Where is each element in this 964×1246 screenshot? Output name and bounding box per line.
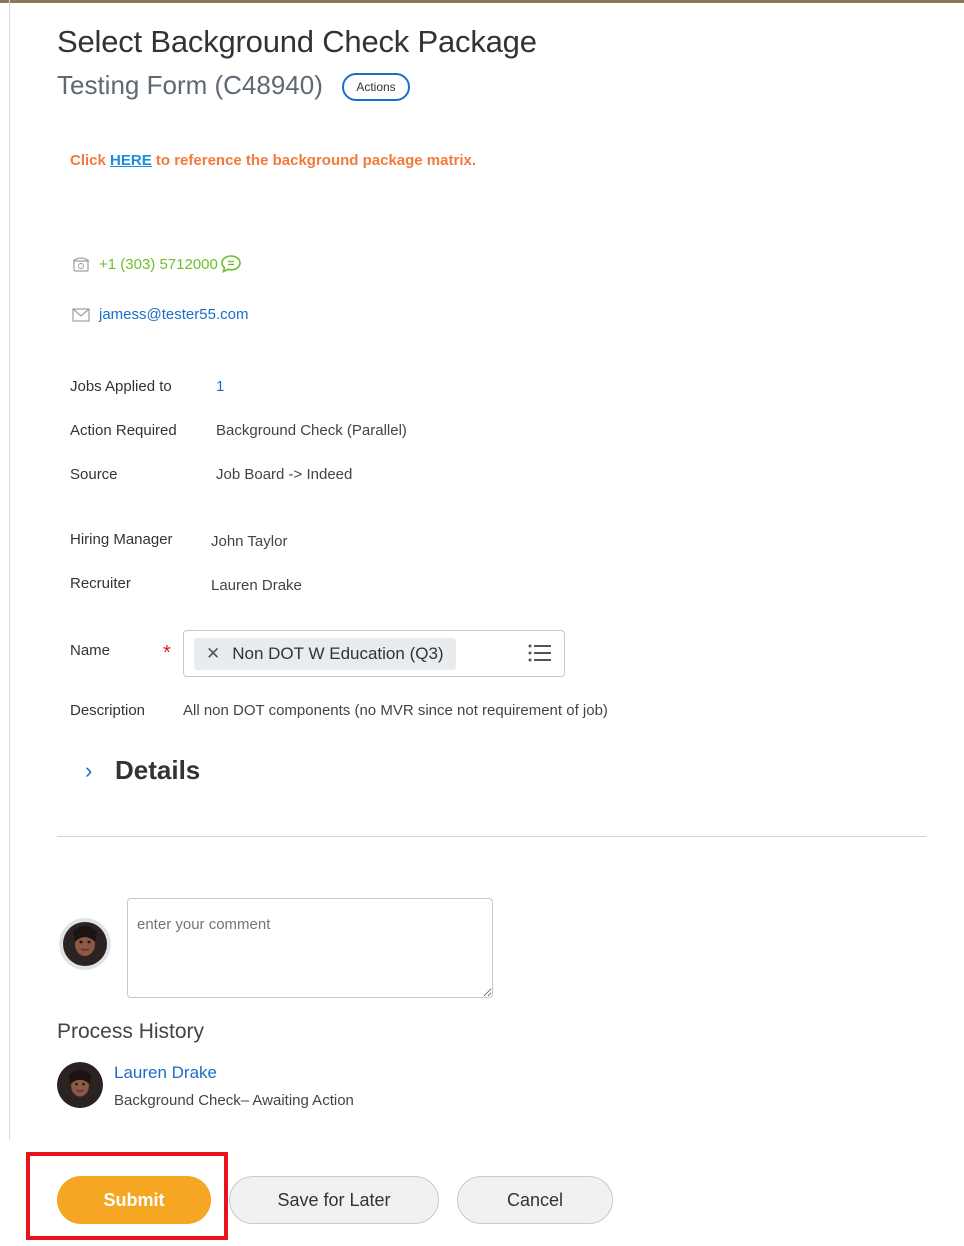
hiring-manager-label: Hiring Manager: [70, 531, 173, 548]
chevron-right-icon[interactable]: ›: [85, 758, 115, 784]
selected-package-label: Non DOT W Education (Q3): [232, 644, 444, 663]
here-link[interactable]: HERE: [110, 152, 152, 169]
list-icon[interactable]: [528, 643, 552, 663]
action-required-value: Background Check (Parallel): [216, 422, 407, 439]
jobs-applied-label: Jobs Applied to: [70, 378, 172, 395]
recruiter-value: Lauren Drake: [211, 577, 302, 594]
envelope-icon: [72, 307, 90, 322]
close-icon[interactable]: ✕: [206, 644, 220, 664]
phone-icon: [72, 257, 90, 272]
phone-number[interactable]: +1 (303) 5712000: [99, 256, 218, 273]
details-heading: Details: [115, 755, 201, 785]
description-label: Description: [70, 702, 146, 719]
name-label: Name: [70, 642, 111, 659]
action-required-label: Action Required: [70, 422, 177, 439]
submit-highlight-box: [26, 1152, 228, 1240]
notice-prefix: Click: [70, 152, 111, 169]
required-indicator: *: [163, 642, 171, 664]
description-value: All non DOT components (no MVR since not…: [183, 702, 608, 719]
selected-package-pill: ✕ Non DOT W Education (Q3): [194, 638, 456, 670]
source-value: Job Board -> Indeed: [216, 466, 353, 483]
avatar: [59, 918, 111, 970]
email-row: jamess@tester55.com: [72, 306, 248, 323]
comment-input[interactable]: [127, 898, 493, 998]
actions-button[interactable]: Actions: [342, 73, 410, 101]
cancel-button[interactable]: Cancel: [457, 1176, 613, 1224]
process-history-title: Process History: [57, 1020, 205, 1043]
hiring-manager-value: John Taylor: [211, 533, 288, 550]
name-prompt-field[interactable]: ✕ Non DOT W Education (Q3): [183, 630, 565, 677]
save-for-later-button[interactable]: Save for Later: [229, 1176, 439, 1224]
window-top-border: [0, 0, 964, 3]
jobs-applied-value[interactable]: 1: [216, 378, 224, 395]
package-matrix-notice: Click HERE to reference the background p…: [70, 152, 476, 169]
source-label: Source: [70, 466, 118, 483]
window-left-border: [9, 0, 10, 1140]
recruiter-label: Recruiter: [70, 575, 131, 592]
chat-bubble-icon[interactable]: [221, 255, 241, 273]
history-entry-status: Background Check– Awaiting Action: [114, 1092, 354, 1109]
email-address[interactable]: jamess@tester55.com: [99, 306, 248, 323]
history-entry-name[interactable]: Lauren Drake: [114, 1063, 217, 1083]
section-divider: [57, 836, 926, 837]
details-toggle[interactable]: › Details: [85, 755, 200, 786]
page-subtitle: Testing Form (C48940): [57, 70, 323, 100]
page-title: Select Background Check Package: [57, 24, 537, 59]
phone-row: +1 (303) 5712000: [72, 255, 241, 273]
notice-suffix: to reference the background package matr…: [151, 152, 476, 169]
avatar: [57, 1062, 103, 1108]
